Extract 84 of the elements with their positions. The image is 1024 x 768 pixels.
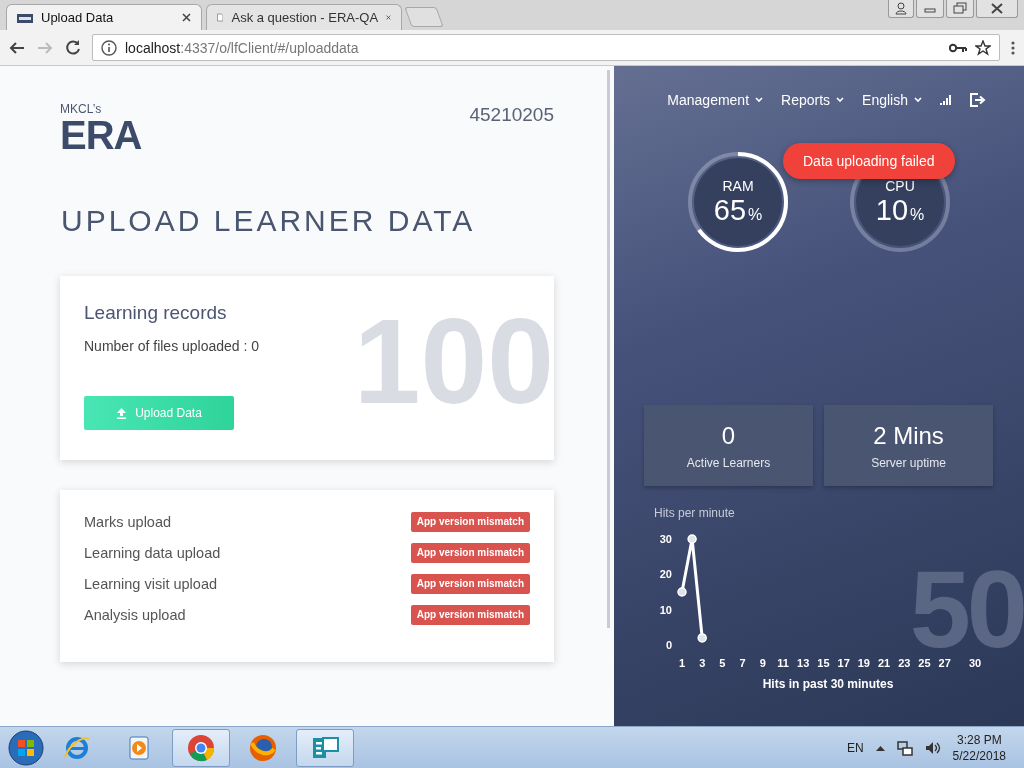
scrollbar[interactable] [607, 70, 610, 628]
files-count: Number of files uploaded : 0 [84, 338, 260, 354]
x-tick-label: 7 [739, 657, 746, 669]
key-icon[interactable] [949, 41, 967, 54]
x-tick-label: 21 [877, 657, 891, 669]
star-icon[interactable] [975, 39, 991, 56]
page-title: UPLOAD LEARNER DATA [61, 204, 476, 238]
browser-icon [186, 732, 216, 763]
upload-label: Learning data upload [84, 545, 221, 561]
page-icon [217, 10, 224, 25]
upload-label: Learning visit upload [84, 576, 217, 592]
axis-title: Hits per minute [654, 506, 735, 520]
stat-value: 2 Mins [873, 421, 944, 450]
language-indicator[interactable]: EN [846, 740, 864, 755]
info-icon[interactable] [101, 39, 117, 56]
x-tick-label: 11 [777, 657, 789, 669]
x-tick-label: 23 [898, 657, 911, 669]
logo-icon [17, 11, 33, 24]
clock-date[interactable]: 5/22/2018 [952, 747, 1006, 764]
clock-time[interactable]: 3:28 PM [956, 731, 1002, 748]
gauge-label: CPU [885, 178, 915, 194]
x-tick-label: 15 [817, 657, 830, 669]
x-tick-label: 3 [699, 657, 706, 669]
x-tick-label: 5 [719, 657, 726, 669]
logo-wordmark: ERA [60, 116, 142, 154]
x-tick-label: 13 [797, 657, 810, 669]
chevron-down-icon [836, 97, 845, 103]
x-tick-label: 27 [938, 657, 951, 669]
y-tick-label: 20 [659, 568, 672, 581]
status-badge: App version mismatch [410, 605, 530, 625]
nav-menu[interactable]: Management [667, 92, 764, 108]
stat-label: Active Learners [686, 455, 771, 470]
chevron-down-icon [755, 97, 764, 103]
user-id: 45210205 [469, 104, 554, 126]
status-badge: App version mismatch [410, 512, 530, 532]
browser-tab[interactable]: Upload Data [6, 4, 202, 30]
menu-icon[interactable] [1010, 39, 1016, 56]
restore-icon[interactable] [946, 0, 974, 18]
upload-label: Marks upload [84, 514, 172, 530]
nav-menu[interactable]: English [862, 92, 922, 108]
x-tick-label: 25 [918, 657, 931, 669]
close-icon[interactable] [386, 13, 391, 22]
x-tick-label: 30 [968, 657, 982, 669]
x-tick-label: 9 [759, 657, 766, 669]
taskbar-app[interactable] [296, 728, 354, 767]
y-tick-label: 10 [659, 603, 672, 616]
taskbar-app[interactable] [172, 728, 230, 767]
close-icon[interactable] [976, 0, 1018, 18]
data-point [677, 587, 687, 597]
data-point [687, 534, 697, 544]
y-tick-label: 30 [659, 533, 672, 545]
card-title: Learning records [84, 302, 227, 324]
stat-label: Server uptime [871, 455, 946, 470]
logo-caption: MKCL’s [60, 102, 103, 116]
browser-tab[interactable]: Ask a question - ERA-QA [206, 4, 402, 30]
signal-bars-icon[interactable] [940, 95, 952, 105]
reload-icon[interactable] [64, 38, 82, 57]
back-icon[interactable] [8, 39, 26, 56]
x-tick-label: 1 [678, 657, 686, 669]
data-point [697, 633, 707, 643]
gauge-unit: % [910, 206, 925, 223]
upload-label: Analysis upload [84, 607, 186, 623]
network-icon[interactable] [896, 739, 913, 756]
chevron-down-icon [914, 97, 922, 103]
x-tick-label: 17 [837, 657, 850, 669]
y-tick-label: 0 [665, 639, 672, 651]
close-icon[interactable] [182, 13, 191, 22]
gauge-value: 65 [713, 194, 746, 226]
error-toast: Data uploading failed [783, 143, 955, 179]
gauge-label: RAM [722, 178, 754, 194]
caret-up-icon[interactable] [875, 744, 885, 751]
status-badge: App version mismatch [410, 574, 530, 594]
user-icon[interactable] [888, 0, 914, 18]
browser-icon [248, 732, 278, 763]
gauge-unit: % [748, 206, 763, 223]
logout-icon[interactable] [970, 93, 986, 107]
gauge-value: 10 [875, 194, 908, 226]
axis-title: Hits in past 30 minutes [762, 677, 894, 691]
stat-value: 0 [721, 421, 736, 450]
address-bar[interactable]: localhost:4337/o/lfClient/#/uploaddata [92, 34, 1000, 61]
nav-menu[interactable]: Reports [781, 92, 845, 108]
upload-icon [116, 407, 128, 419]
x-tick-label: 19 [857, 657, 870, 669]
status-badge: App version mismatch [410, 543, 530, 563]
